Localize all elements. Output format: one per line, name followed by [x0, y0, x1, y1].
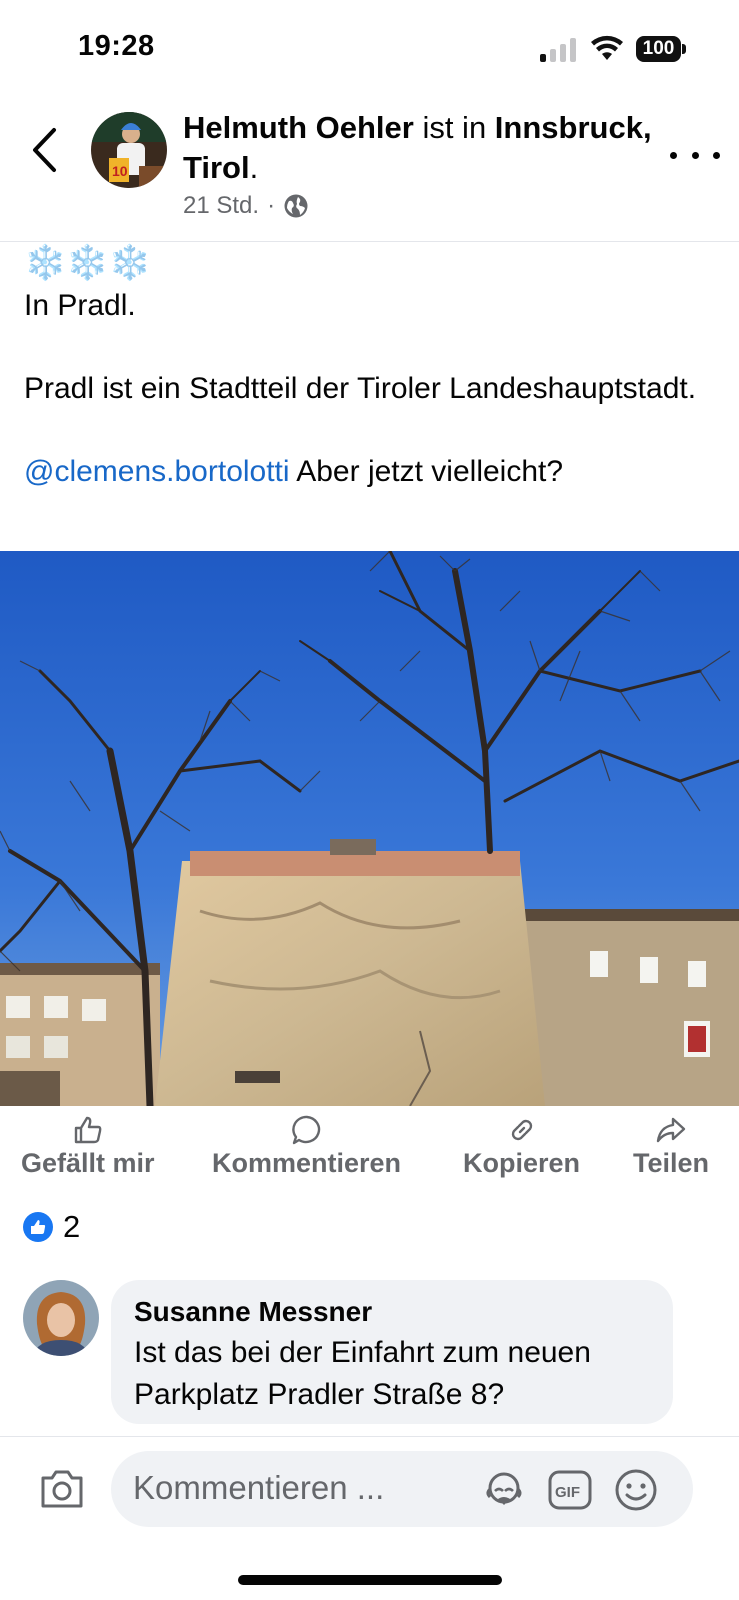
status-bar: 19:28 100	[0, 0, 739, 100]
globe-icon	[284, 194, 308, 218]
comment-input-placeholder: Kommentieren ...	[133, 1469, 385, 1506]
commenter-avatar[interactable]	[23, 1280, 99, 1356]
post-line-3: @clemens.bortolotti Aber jetzt vielleich…	[24, 451, 724, 492]
cellular-signal-icon	[540, 38, 576, 62]
share-button[interactable]: Teilen	[633, 1114, 709, 1179]
more-options-button[interactable]	[670, 140, 720, 170]
comment-input[interactable]: Kommentieren ... GIF	[111, 1451, 693, 1527]
wifi-icon	[591, 35, 623, 60]
gif-icon[interactable]: GIF	[547, 1467, 593, 1513]
meta-separator: ·	[267, 192, 276, 219]
emoji-icon[interactable]	[613, 1467, 659, 1513]
post-line-2: Pradl ist ein Stadtteil der Tiroler Land…	[24, 372, 697, 405]
author-avatar[interactable]: 10	[91, 112, 167, 188]
author-line-period: .	[249, 150, 259, 185]
share-label: Teilen	[633, 1148, 710, 1178]
location-connector: ist in	[413, 110, 495, 145]
avatar-sticker-icon[interactable]	[481, 1467, 527, 1513]
battery-icon: 100	[636, 36, 686, 62]
post-time[interactable]: 21 Std.	[183, 192, 259, 220]
reaction-count: 2	[63, 1209, 81, 1244]
comment-composer: Kommentieren ... GIF	[0, 1436, 739, 1600]
battery-level: 100	[642, 38, 675, 59]
post-header: 10 Helmuth Oehler ist in Innsbruck, Tiro…	[0, 100, 739, 242]
comment-author[interactable]: Susanne Messner	[134, 1294, 650, 1330]
comment-bubble[interactable]: Susanne Messner Ist das bei der Einfahrt…	[111, 1280, 673, 1424]
more-icon	[670, 151, 677, 159]
post-photo[interactable]	[0, 551, 739, 1106]
mention-link[interactable]: @clemens.bortolotti	[24, 455, 290, 488]
like-button[interactable]: Gefällt mir	[21, 1114, 155, 1179]
share-arrow-icon	[656, 1117, 686, 1143]
post-text: ❄️❄️❄️ In Pradl. Pradl ist ein Stadtteil…	[24, 243, 724, 492]
post-line-3-text: Aber jetzt vielleicht?	[289, 455, 564, 488]
link-icon	[511, 1119, 532, 1141]
comment-text: Ist das bei der Einfahrt zum neuen Parkp…	[134, 1336, 591, 1411]
svg-text:10: 10	[112, 163, 128, 179]
svg-text:GIF: GIF	[555, 1484, 580, 1501]
copy-link-button[interactable]: Kopieren	[463, 1114, 580, 1179]
comment-button[interactable]: Kommentieren	[212, 1114, 401, 1179]
camera-icon[interactable]	[38, 1467, 86, 1511]
home-indicator[interactable]	[238, 1575, 502, 1585]
speech-bubble-icon	[291, 1115, 320, 1145]
status-time: 19:28	[78, 30, 155, 62]
like-reaction-icon	[23, 1212, 53, 1242]
snowflake-emojis: ❄️❄️❄️	[24, 244, 152, 282]
chevron-left-icon	[33, 128, 56, 172]
author-line: Helmuth Oehler ist in Innsbruck, Tirol.	[183, 108, 663, 188]
author-name[interactable]: Helmuth Oehler	[183, 110, 414, 145]
like-label: Gefällt mir	[21, 1148, 155, 1178]
reaction-summary[interactable]: 2	[23, 1209, 80, 1245]
post-line-1: In Pradl.	[24, 289, 136, 322]
copy-label: Kopieren	[463, 1148, 581, 1178]
post-action-bar: Gefällt mir Kommentieren Kopieren Teilen	[0, 1114, 739, 1192]
thumbs-up-icon	[74, 1116, 102, 1144]
post-meta: 21 Std. ·	[183, 192, 309, 220]
comment-label: Kommentieren	[212, 1148, 402, 1178]
back-button[interactable]	[24, 124, 64, 176]
